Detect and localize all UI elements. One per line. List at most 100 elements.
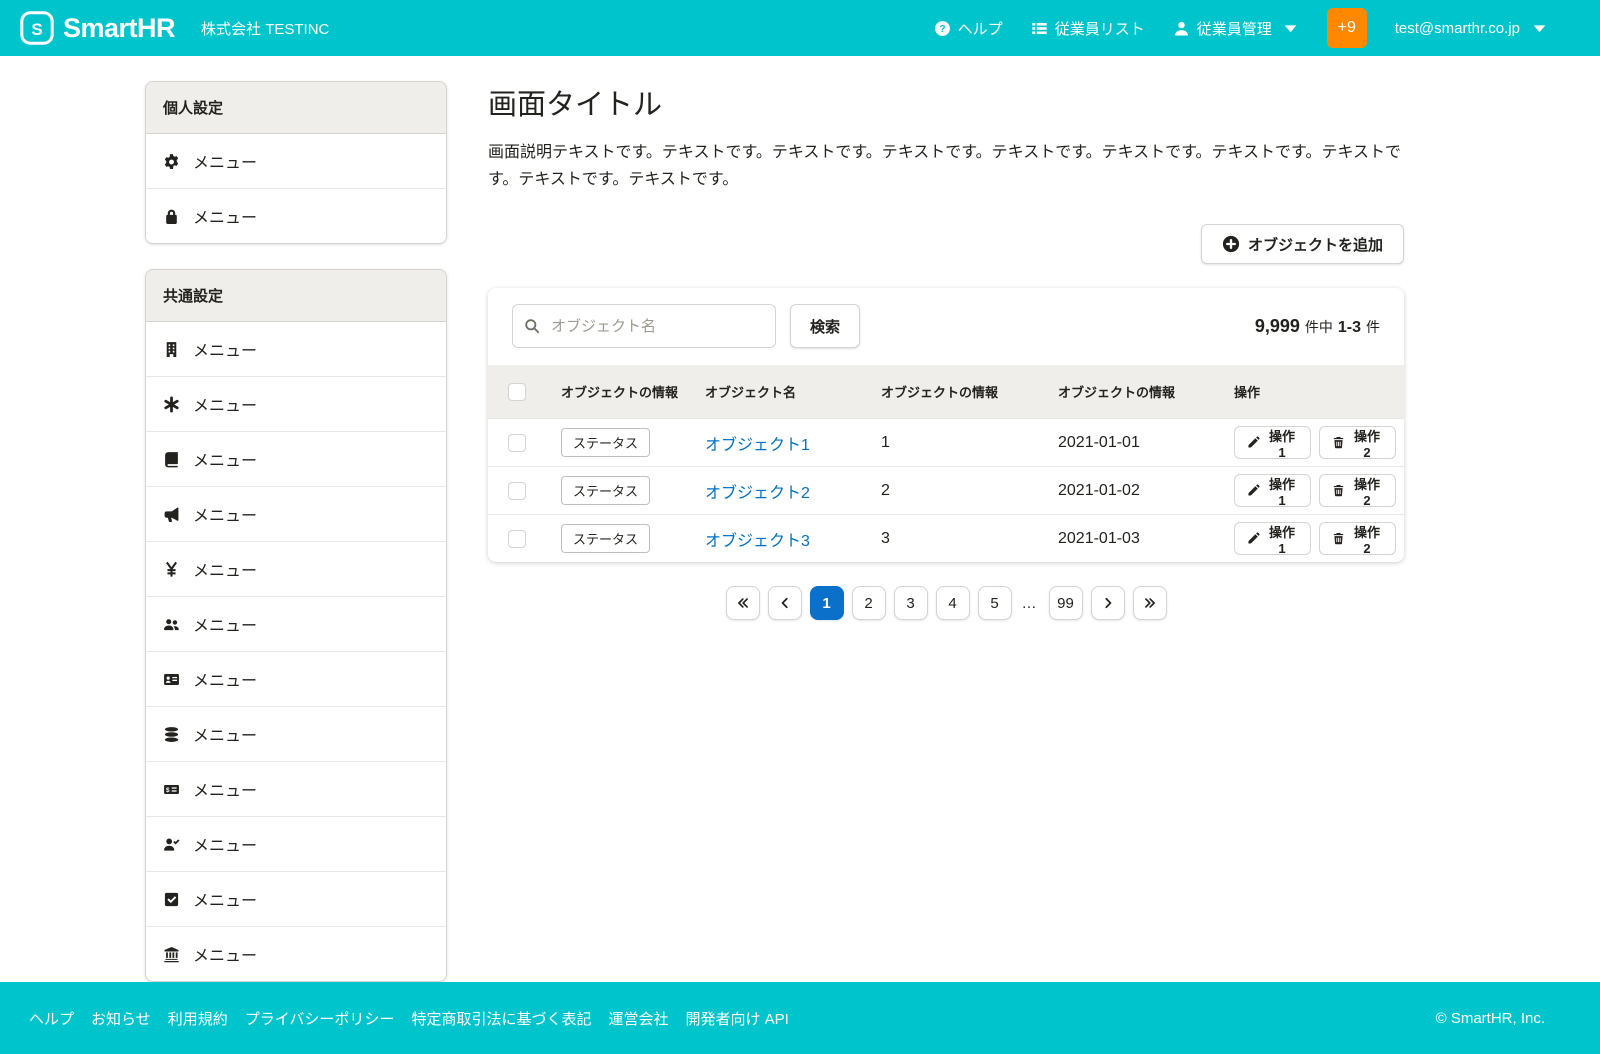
- sidebar-item-menu[interactable]: メニュー: [146, 377, 446, 432]
- delete-action-button[interactable]: 操作2: [1319, 474, 1396, 507]
- search-input[interactable]: [512, 304, 776, 348]
- chevrons-right-icon: [1143, 596, 1157, 610]
- object-link[interactable]: オブジェクト3: [705, 533, 810, 550]
- add-object-button[interactable]: オブジェクトを追加: [1201, 224, 1404, 264]
- pagination-page-2[interactable]: 2: [852, 586, 886, 620]
- sidebar-item-menu[interactable]: メニュー: [146, 652, 446, 707]
- pagination-next-button[interactable]: [1091, 586, 1125, 620]
- sidebar-item-menu[interactable]: メニュー: [146, 707, 446, 762]
- smarthr-logo[interactable]: S SmartHR: [20, 11, 175, 45]
- sidebar-item-menu[interactable]: メニュー: [146, 597, 446, 652]
- row-checkbox[interactable]: [508, 434, 526, 452]
- sidebar-item-menu[interactable]: メニュー: [146, 542, 446, 597]
- sidebar-item-label: メニュー: [193, 149, 257, 173]
- pencil-icon: [1247, 532, 1260, 545]
- result-count-suffix: 件: [1366, 317, 1380, 337]
- edit-action-button[interactable]: 操作1: [1234, 474, 1311, 507]
- pagination-page-1[interactable]: 1: [810, 586, 844, 620]
- footer-copyright: © SmartHR, Inc.: [1436, 1010, 1545, 1027]
- select-all-checkbox[interactable]: [508, 383, 526, 401]
- search-button[interactable]: 検索: [790, 304, 860, 348]
- edit-action-label: 操作1: [1266, 522, 1298, 556]
- sidebar-item-menu[interactable]: メニュー: [146, 872, 446, 927]
- chevron-right-icon: [1101, 596, 1115, 610]
- sidebar-section-title: 共通設定: [146, 270, 446, 322]
- delete-action-button[interactable]: 操作2: [1319, 522, 1396, 555]
- edit-action-button[interactable]: 操作1: [1234, 426, 1311, 459]
- nav-employee-admin[interactable]: 従業員管理: [1173, 18, 1299, 39]
- pagination-page-5[interactable]: 5: [978, 586, 1012, 620]
- footer-link-news[interactable]: お知らせ: [91, 1008, 151, 1029]
- sidebar-item-label: メニュー: [193, 392, 257, 416]
- column-header: オブジェクトの情報: [1050, 365, 1226, 419]
- footer-link-terms[interactable]: 利用規約: [168, 1008, 228, 1029]
- pencil-icon: [1247, 436, 1260, 449]
- sidebar-item-menu[interactable]: メニュー: [146, 322, 446, 377]
- sidebar-item-label: メニュー: [193, 942, 257, 966]
- money-check-icon: $: [163, 781, 180, 798]
- pagination-ellipsis: …: [1020, 595, 1041, 612]
- pagination-prev-button[interactable]: [768, 586, 802, 620]
- sidebar-item-label: メニュー: [193, 667, 257, 691]
- footer-link-commerce-law[interactable]: 特定商取引法に基づく表記: [411, 1008, 591, 1029]
- sidebar-item-menu[interactable]: メニュー: [146, 134, 446, 189]
- column-header: オブジェクトの情報: [553, 365, 697, 419]
- apps-count-badge[interactable]: +9: [1327, 8, 1367, 48]
- sidebar-item-menu[interactable]: メニュー: [146, 189, 446, 243]
- delete-action-label: 操作2: [1351, 426, 1383, 460]
- column-header: 操作: [1226, 365, 1404, 419]
- svg-text:?: ?: [939, 23, 945, 34]
- footer-link-company[interactable]: 運営会社: [608, 1008, 668, 1029]
- book-icon: [163, 451, 180, 468]
- sidebar-item-menu[interactable]: メニュー: [146, 817, 446, 872]
- object-date-cell: 2021-01-03: [1050, 515, 1226, 563]
- pagination: 1 2 3 4 5 … 99: [488, 586, 1404, 620]
- footer-link-developer-api[interactable]: 開発者向け API: [685, 1008, 788, 1029]
- pagination-last-button[interactable]: [1133, 586, 1167, 620]
- delete-action-label: 操作2: [1351, 522, 1383, 556]
- status-badge: ステータス: [561, 428, 650, 457]
- sidebar-item-label: メニュー: [193, 557, 257, 581]
- account-menu[interactable]: test@smarthr.co.jp: [1395, 20, 1548, 37]
- row-checkbox[interactable]: [508, 530, 526, 548]
- sidebar-item-menu[interactable]: メニュー: [146, 432, 446, 487]
- sidebar-item-menu[interactable]: メニュー: [146, 927, 446, 981]
- asterisk-icon: [163, 396, 180, 413]
- pagination-page-99[interactable]: 99: [1049, 586, 1083, 620]
- users-icon: [163, 616, 180, 633]
- object-link[interactable]: オブジェクト1: [705, 437, 810, 454]
- row-actions: 操作1 操作2: [1234, 522, 1396, 555]
- chevron-left-icon: [778, 596, 792, 610]
- id-card-icon: [163, 671, 180, 688]
- status-badge: ステータス: [561, 476, 650, 505]
- nav-help[interactable]: ? ヘルプ: [934, 18, 1003, 39]
- table-row: ステータス オブジェクト3 3 2021-01-03 操作1: [488, 515, 1404, 563]
- nav-employee-list[interactable]: 従業員リスト: [1031, 18, 1145, 39]
- caret-down-icon: [1531, 20, 1548, 37]
- tenant-name: 株式会社 TESTINC: [201, 18, 329, 39]
- row-actions: 操作1 操作2: [1234, 426, 1396, 459]
- app-footer: ヘルプ お知らせ 利用規約 プライバシーポリシー 特定商取引法に基づく表記 運営…: [0, 982, 1600, 1054]
- plus-circle-icon: [1222, 235, 1240, 253]
- sidebar-item-menu[interactable]: $ メニュー: [146, 762, 446, 817]
- row-checkbox[interactable]: [508, 482, 526, 500]
- footer-link-help[interactable]: ヘルプ: [29, 1008, 74, 1029]
- user-icon: [1173, 20, 1190, 37]
- object-link[interactable]: オブジェクト2: [705, 485, 810, 502]
- chevrons-left-icon: [736, 596, 750, 610]
- add-object-button-label: オブジェクトを追加: [1248, 234, 1383, 255]
- pagination-page-3[interactable]: 3: [894, 586, 928, 620]
- edit-action-button[interactable]: 操作1: [1234, 522, 1311, 555]
- table-toolbar: 検索 9,999 件中 1-3 件: [488, 288, 1404, 365]
- sidebar: 個人設定 メニュー メニュー 共通設定 メニュー メニュー メニュー: [145, 81, 447, 982]
- column-header: オブジェクト名: [697, 365, 873, 419]
- add-button-row: オブジェクトを追加: [488, 224, 1404, 264]
- sidebar-item-label: メニュー: [193, 204, 257, 228]
- sidebar-item-menu[interactable]: メニュー: [146, 487, 446, 542]
- delete-action-button[interactable]: 操作2: [1319, 426, 1396, 459]
- gear-icon: [163, 153, 180, 170]
- footer-link-privacy[interactable]: プライバシーポリシー: [245, 1008, 395, 1029]
- pagination-first-button[interactable]: [726, 586, 760, 620]
- pagination-page-4[interactable]: 4: [936, 586, 970, 620]
- top-nav: ? ヘルプ 従業員リスト 従業員管理 +9 test@smarthr.co.jp: [934, 8, 1548, 48]
